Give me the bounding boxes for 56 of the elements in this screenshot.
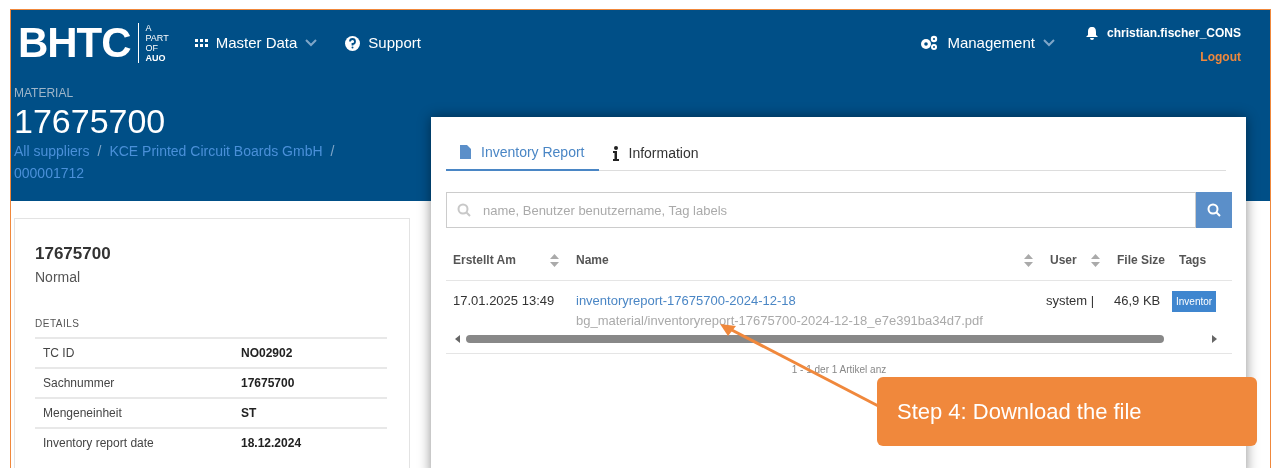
column-header[interactable]: Name [576, 251, 609, 269]
detail-value: 17675700 [241, 374, 295, 392]
bell-icon[interactable] [1084, 25, 1099, 41]
file-link[interactable]: inventoryreport-17675700-2024-12-18 [576, 291, 796, 311]
column-header[interactable]: Tags [1179, 251, 1207, 269]
search-icon [457, 203, 471, 217]
logo-tagline: A [145, 23, 153, 33]
logo-wordmark: BHTC [18, 22, 131, 64]
scrollbar-thumb[interactable] [466, 335, 1164, 343]
table-cell: 46,9 KB [1114, 293, 1161, 308]
username: christian.fischer_CONS [1106, 25, 1241, 42]
nav-link[interactable]: Support [345, 31, 421, 55]
scroll-left-icon[interactable] [454, 335, 462, 343]
section-label: MATERIAL [14, 85, 75, 102]
breadcrumb-separator: / [97, 142, 102, 161]
logo-tagline: OF [145, 43, 159, 53]
card-title: 17675700 [35, 243, 112, 265]
gears-icon [919, 35, 940, 51]
grid-icon [194, 38, 208, 48]
help-icon [345, 35, 361, 51]
document-icon [460, 145, 471, 159]
logo-tagline: PART [145, 33, 169, 43]
card-subtitle: Normal [35, 267, 82, 287]
scroll-right-icon[interactable] [1210, 335, 1218, 343]
table-cell: 17.01.2025 13:49 [453, 293, 555, 308]
logo-tagline: AUO [145, 53, 167, 63]
column-header[interactable]: User [1050, 251, 1077, 269]
callout-text: Step 4: Download the file [897, 398, 1142, 426]
detail-label: TC ID [43, 344, 76, 362]
sort-icon[interactable] [1091, 253, 1100, 267]
detail-label: Mengeneinheit [43, 404, 123, 422]
column-header[interactable]: File Size [1117, 251, 1166, 269]
tab[interactable]: Inventory Report [446, 135, 599, 171]
search-icon [1207, 203, 1221, 217]
detail-value: NO02902 [241, 344, 293, 362]
tag-badge: Inventor [1172, 291, 1217, 312]
sort-icon[interactable] [1024, 253, 1033, 267]
search-button[interactable] [1196, 192, 1232, 228]
file-path: bg_material/inventoryreport-17675700-2024-12-18_e7e391ba34d7.pdf [576, 311, 984, 330]
search-field[interactable]: name, Benutzer benutzername, Tag labels [446, 192, 1196, 228]
section-label: DETAILS [35, 316, 81, 331]
caret-icon [1042, 39, 1055, 47]
nav-link[interactable]: Management [919, 31, 1055, 55]
caret-icon [305, 39, 318, 47]
breadcrumb-separator: / [330, 142, 335, 161]
detail-value: 18.12.2024 [241, 434, 302, 452]
column-header[interactable]: Erstellt Am [453, 251, 516, 269]
tab[interactable]: Information [598, 135, 713, 171]
detail-label: Sachnummer [43, 374, 116, 392]
detail-label: Inventory report date [43, 434, 155, 452]
info-icon [612, 145, 619, 161]
sort-icon[interactable] [550, 253, 559, 267]
nav-link[interactable]: Master Data [194, 31, 318, 55]
detail-value: ST [241, 404, 257, 422]
material-number: 17675700 [14, 102, 167, 140]
table-cell: system | [1046, 293, 1095, 308]
